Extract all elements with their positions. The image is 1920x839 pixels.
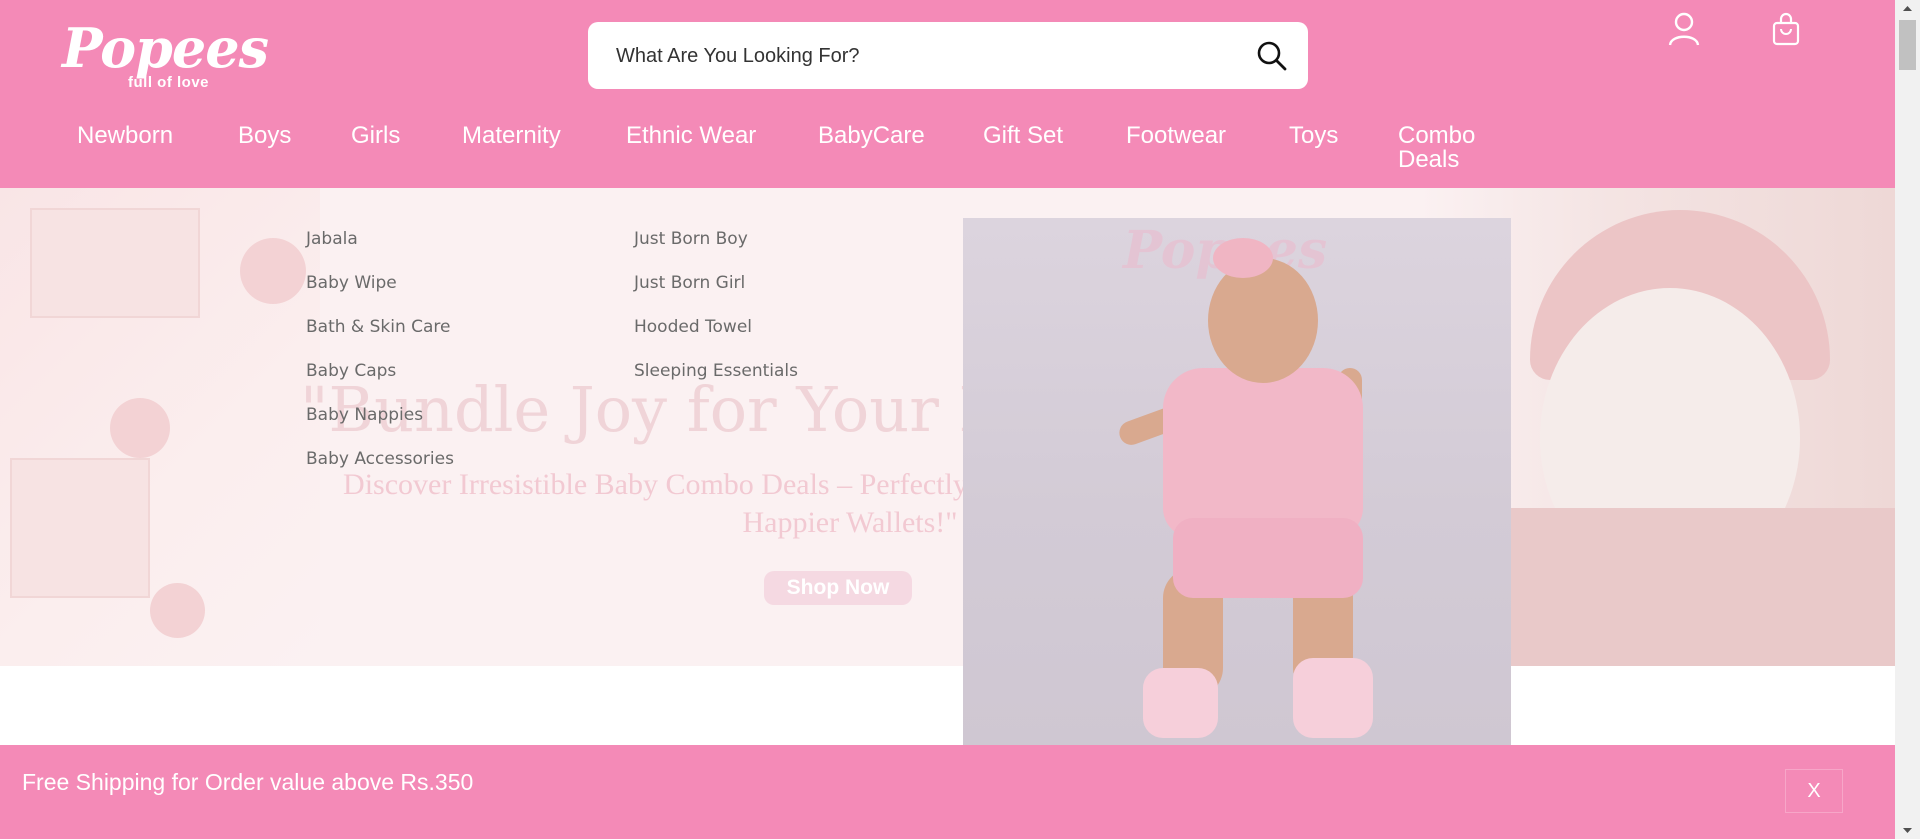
close-shipping-bar-button[interactable]: X — [1785, 769, 1843, 813]
gift-box — [30, 208, 200, 318]
nav-item-combo-deals[interactable]: Combo Deals — [1398, 124, 1488, 172]
baby-head — [1208, 258, 1318, 383]
hero-banner: "Bundle Joy for Your Bundle of Joy!" Dis… — [0, 188, 1895, 666]
nav-item-maternity[interactable]: Maternity — [462, 124, 561, 148]
nav-item-girls[interactable]: Girls — [351, 124, 400, 148]
nav-item-gift-set[interactable]: Gift Set — [983, 124, 1063, 148]
scroll-up-arrow-icon[interactable] — [1895, 0, 1920, 18]
menu-link-baby-nappies[interactable]: Baby Nappies — [306, 404, 454, 448]
search-icon[interactable] — [1256, 40, 1288, 72]
nav-item-ethnic-wear[interactable]: Ethnic Wear — [626, 124, 756, 148]
page-scrollbar[interactable] — [1895, 0, 1920, 839]
menu-link-baby-wipe[interactable]: Baby Wipe — [306, 272, 454, 316]
nav-item-footwear[interactable]: Footwear — [1126, 124, 1226, 148]
nav-item-toys[interactable]: Toys — [1289, 124, 1338, 148]
menu-link-jabala[interactable]: Jabala — [306, 228, 454, 272]
menu-link-hooded-towel[interactable]: Hooded Towel — [634, 316, 798, 360]
logo-wordmark: Popees — [62, 16, 269, 80]
free-shipping-text: Free Shipping for Order value above Rs.3… — [22, 769, 474, 795]
baby-sock — [1293, 658, 1373, 738]
mega-menu-baby-image[interactable]: Popees — [963, 218, 1511, 745]
menu-link-bath-skin-care[interactable]: Bath & Skin Care — [306, 316, 454, 360]
popees-logo[interactable]: Popees full of love — [62, 18, 272, 93]
main-navigation: Newborn Boys Girls Maternity Ethnic Wear… — [0, 124, 1895, 184]
free-shipping-bar: Free Shipping for Order value above Rs.3… — [0, 745, 1895, 839]
menu-link-baby-accessories[interactable]: Baby Accessories — [306, 448, 454, 492]
menu-link-just-born-girl[interactable]: Just Born Girl — [634, 272, 798, 316]
search-input[interactable] — [616, 40, 1216, 72]
nav-item-boys[interactable]: Boys — [238, 124, 291, 148]
ornament-ball — [240, 238, 306, 304]
menu-link-baby-caps[interactable]: Baby Caps — [306, 360, 454, 404]
logo-tagline: full of love — [128, 74, 209, 91]
ornament-ball — [110, 398, 170, 458]
baby-pink-shorts — [1173, 518, 1363, 598]
ornament-ball — [150, 583, 205, 638]
nav-item-newborn[interactable]: Newborn — [77, 124, 173, 148]
baby-sock — [1143, 668, 1218, 738]
site-header: Popees full of love Newborn Boys Girls M… — [0, 0, 1895, 188]
user-icon[interactable] — [1668, 12, 1700, 46]
shopping-bag-icon[interactable] — [1772, 12, 1800, 46]
scrollbar-thumb[interactable] — [1899, 20, 1916, 70]
gift-box — [10, 458, 150, 598]
search-box — [588, 22, 1308, 89]
scroll-down-arrow-icon[interactable] — [1895, 821, 1920, 839]
nav-item-babycare[interactable]: BabyCare — [818, 124, 925, 148]
mega-menu-column-1: Jabala Baby Wipe Bath & Skin Care Baby C… — [306, 228, 454, 492]
shop-now-button[interactable]: Shop Now — [764, 571, 912, 605]
mega-menu-column-2: Just Born Boy Just Born Girl Hooded Towe… — [634, 228, 798, 404]
menu-link-sleeping-essentials[interactable]: Sleeping Essentials — [634, 360, 798, 404]
baby-headband-bow — [1213, 238, 1273, 278]
baby-pink-top — [1163, 368, 1363, 538]
menu-link-just-born-boy[interactable]: Just Born Boy — [634, 228, 798, 272]
